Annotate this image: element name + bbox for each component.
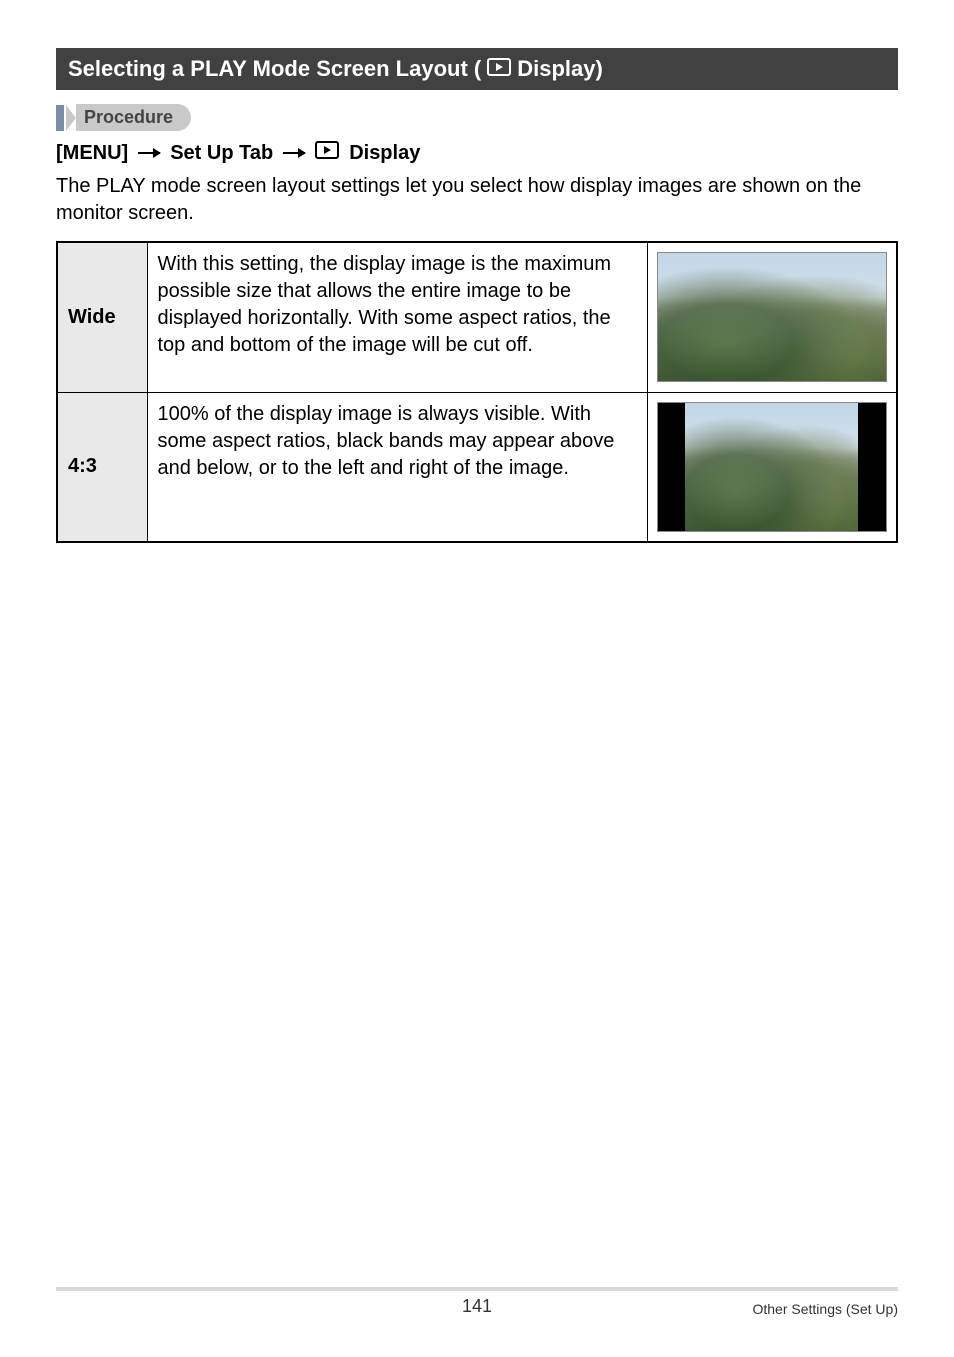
- arrow-right-icon: [283, 152, 305, 154]
- page-number: 141: [462, 1296, 492, 1317]
- thumbnail-wide: [657, 252, 887, 382]
- options-table: Wide With this setting, the display imag…: [56, 241, 898, 543]
- procedure-arrow-icon: [66, 105, 76, 131]
- play-icon: [315, 141, 339, 165]
- thumbnail-43-wrapper: [657, 402, 887, 532]
- heading-prefix: Selecting a PLAY Mode Screen Layout (: [68, 56, 481, 82]
- breadcrumb-step-setuptab: Set Up Tab: [170, 142, 273, 165]
- option-thumbnail-cell: [647, 242, 897, 392]
- play-icon: [487, 56, 511, 82]
- procedure-marker: [56, 105, 64, 131]
- arrow-right-icon: [138, 152, 160, 154]
- option-desc: 100% of the display image is always visi…: [147, 392, 647, 542]
- table-row: 4:3 100% of the display image is always …: [57, 392, 897, 542]
- page-footer: 141 Other Settings (Set Up): [56, 1287, 898, 1317]
- option-name: Wide: [57, 242, 147, 392]
- footer-divider: [56, 1287, 898, 1291]
- breadcrumb-step-menu: [MENU]: [56, 142, 128, 165]
- thumbnail-43: [685, 403, 858, 531]
- section-heading: Selecting a PLAY Mode Screen Layout ( Di…: [56, 48, 898, 90]
- procedure-badge: Procedure: [56, 104, 898, 131]
- heading-suffix: Display): [517, 56, 603, 82]
- breadcrumb-step-display: Display: [349, 142, 420, 165]
- footer-section-title: Other Settings (Set Up): [752, 1301, 898, 1317]
- table-row: Wide With this setting, the display imag…: [57, 242, 897, 392]
- intro-text: The PLAY mode screen layout settings let…: [56, 173, 898, 227]
- breadcrumb: [MENU] Set Up Tab Display: [56, 141, 898, 165]
- option-name: 4:3: [57, 392, 147, 542]
- option-thumbnail-cell: [647, 392, 897, 542]
- option-desc: With this setting, the display image is …: [147, 242, 647, 392]
- procedure-label: Procedure: [76, 104, 191, 131]
